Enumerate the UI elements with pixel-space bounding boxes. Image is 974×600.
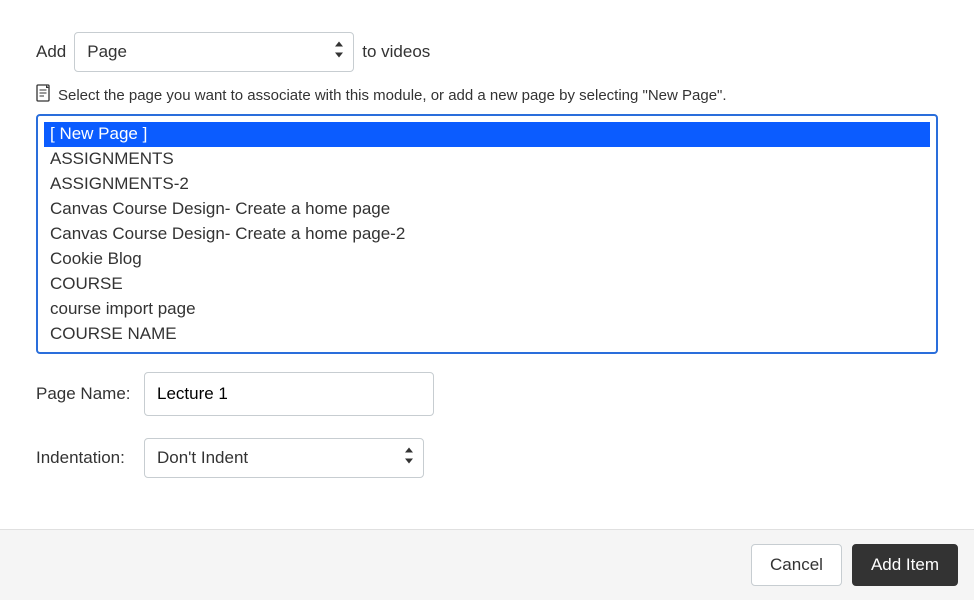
list-item[interactable]: COURSE NAME [44, 322, 930, 347]
page-name-input[interactable] [144, 372, 434, 416]
add-type-row: Add Page to videos [36, 32, 938, 72]
instruction-row: Select the page you want to associate wi… [36, 84, 938, 106]
list-item[interactable]: [ New Page ] [44, 122, 930, 147]
list-item[interactable]: course import page [44, 297, 930, 322]
list-item[interactable]: Canvas Course Design- Create a home page… [44, 222, 930, 247]
item-type-select[interactable]: Page [74, 32, 354, 72]
page-name-label: Page Name: [36, 384, 134, 404]
list-item[interactable]: Cookie Blog [44, 247, 930, 272]
dialog-body: Add Page to videos Select the page you w… [0, 0, 974, 520]
indentation-label: Indentation: [36, 448, 134, 468]
instruction-text: Select the page you want to associate wi… [58, 87, 727, 104]
list-item[interactable]: ASSIGNMENTS-2 [44, 172, 930, 197]
page-name-row: Page Name: [36, 372, 938, 416]
list-item[interactable]: Canvas Course Design- Create a home page [44, 197, 930, 222]
add-item-button[interactable]: Add Item [852, 544, 958, 586]
list-item[interactable]: ASSIGNMENTS [44, 147, 930, 172]
indentation-select[interactable]: Don't Indent [144, 438, 424, 478]
indentation-row: Indentation: Don't Indent [36, 438, 938, 478]
add-prefix-label: Add [36, 42, 66, 62]
indentation-selected-value: Don't Indent [157, 448, 248, 468]
list-item[interactable]: COURSE [44, 272, 930, 297]
dialog-footer: Cancel Add Item [0, 529, 974, 600]
page-listbox[interactable]: [ New Page ]ASSIGNMENTSASSIGNMENTS-2Canv… [36, 114, 938, 354]
document-icon [36, 84, 52, 106]
item-type-selected-value: Page [87, 42, 127, 62]
add-suffix-label: to videos [362, 42, 430, 62]
cancel-button[interactable]: Cancel [751, 544, 842, 586]
